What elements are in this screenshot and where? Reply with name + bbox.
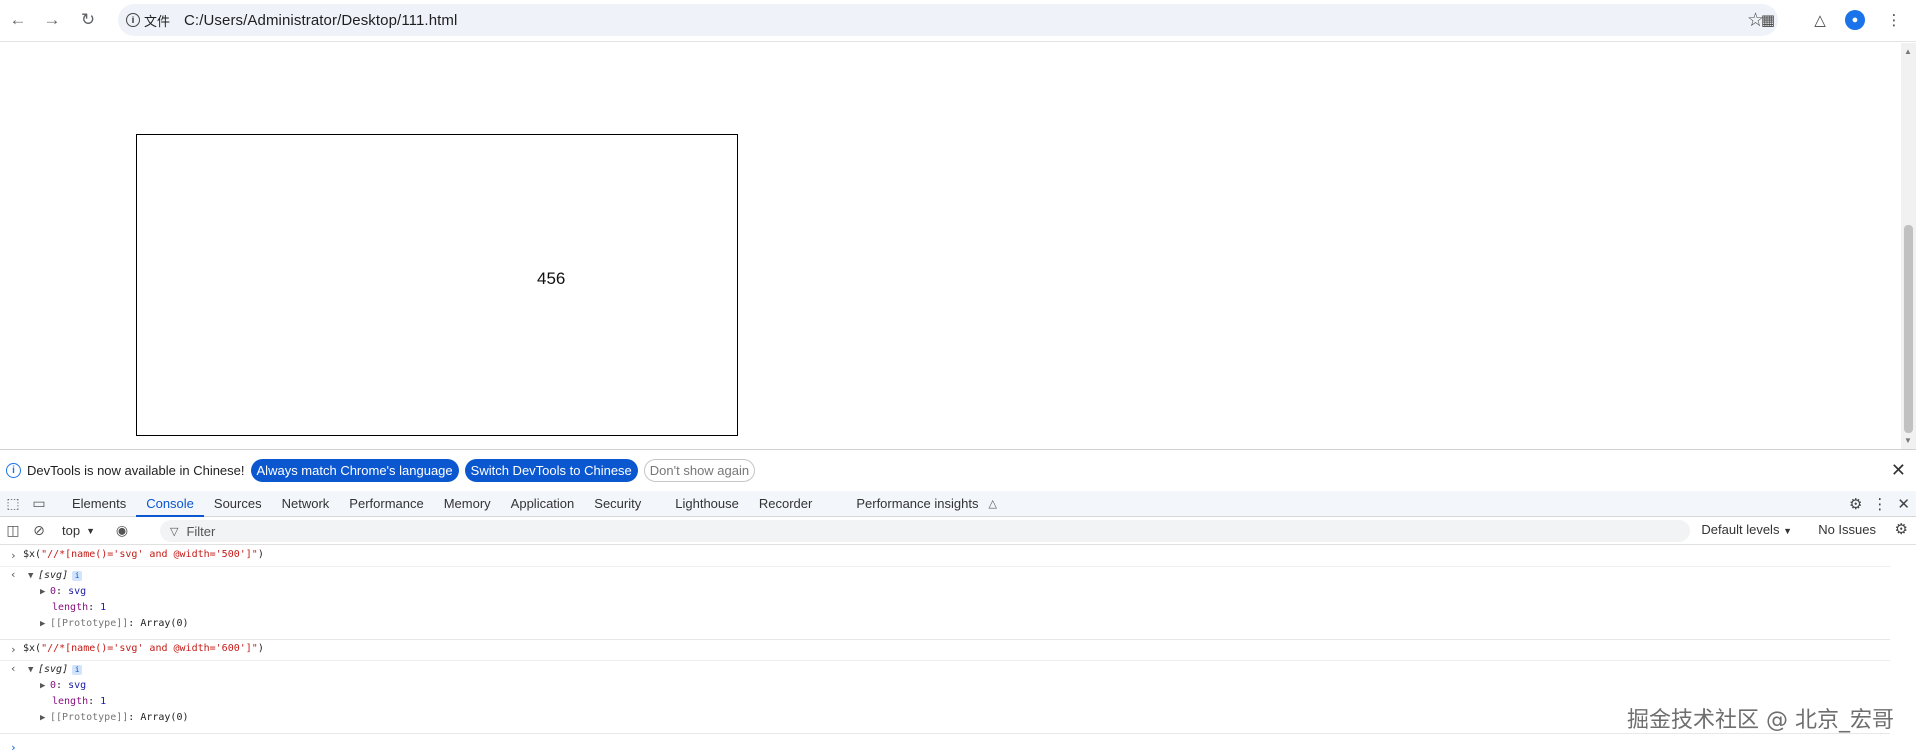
- console-filter-bar: ◫ ⊘ top ▼ ◉ ▽ Filter Default levels ▼ No…: [0, 517, 1916, 545]
- tree-prototype[interactable]: ▶ [[Prototype]]: Array(0): [40, 712, 189, 723]
- reload-button[interactable]: ↻: [76, 8, 100, 32]
- tab-application[interactable]: Application: [501, 491, 585, 517]
- extension-icon[interactable]: ▦: [1756, 8, 1780, 32]
- tree-length: length: 1: [52, 696, 107, 707]
- result-label: [svg]: [38, 570, 69, 581]
- url-text[interactable]: C:/Users/Administrator/Desktop/111.html: [184, 12, 457, 29]
- caret-down-icon: ▼: [1783, 526, 1792, 536]
- console-prompt-icon[interactable]: ›: [10, 741, 17, 754]
- flask-icon: △: [988, 498, 997, 510]
- tree-length: length: 1: [52, 602, 107, 613]
- console-settings-icon[interactable]: ⚙: [1895, 520, 1908, 538]
- result-label: [svg]: [38, 664, 69, 675]
- collapsed-triangle-icon: ▶: [40, 587, 46, 597]
- console-result: ‹ ▼ [svg] i ▶ 0: svg length: 1 ▶ [[Prototype…: [0, 662, 1890, 734]
- settings-gear-icon[interactable]: ⚙: [1849, 495, 1862, 513]
- site-info-chip[interactable]: i 文件: [126, 10, 170, 30]
- tab-memory[interactable]: Memory: [434, 491, 501, 517]
- devtools-right-controls: ⚙ ⋮ ✕: [1849, 491, 1910, 517]
- collapsed-triangle-icon: ▶: [40, 713, 46, 723]
- tab-sources[interactable]: Sources: [204, 491, 272, 517]
- scrollbar-thumb[interactable]: [1904, 225, 1913, 433]
- tab-elements[interactable]: Elements: [62, 491, 136, 517]
- reload-icon: ↻: [80, 10, 96, 29]
- console-command: $x("//*[name()='svg' and @width='600']"): [23, 643, 264, 654]
- close-icon[interactable]: ✕: [1891, 460, 1906, 481]
- context-label: top: [62, 523, 81, 538]
- page-viewport: 456: [0, 43, 1916, 449]
- arrow-right-icon: →: [43, 10, 61, 29]
- tab-security[interactable]: Security: [584, 491, 651, 517]
- close-devtools-icon[interactable]: ✕: [1897, 495, 1910, 513]
- file-chip-label: 文件: [144, 13, 171, 29]
- tab-console[interactable]: Console: [136, 491, 204, 517]
- collapsed-triangle-icon: ▶: [40, 619, 46, 629]
- output-chevron-icon: ‹: [10, 662, 17, 675]
- always-match-language-button[interactable]: Always match Chrome's language: [250, 459, 459, 482]
- back-button[interactable]: ←: [6, 8, 30, 32]
- eye-icon[interactable]: ◉: [109, 518, 135, 544]
- input-chevron-icon: ›: [10, 643, 17, 656]
- chevron-down-icon: ▼: [86, 525, 95, 536]
- browser-toolbar: ← → ↻ i 文件 C:/Users/Administrator/Deskto…: [0, 0, 1916, 42]
- result-header[interactable]: ▼ [svg] i: [28, 664, 83, 675]
- console-result: ‹ ▼ [svg] i ▶ 0: svg length: 1 ▶ [[Prototype…: [0, 568, 1890, 640]
- tab-performance-insights[interactable]: Performance insights: [846, 491, 988, 517]
- svg-rectangle: 456: [136, 134, 738, 436]
- tab-network[interactable]: Network: [272, 491, 340, 517]
- forward-button[interactable]: →: [40, 8, 64, 32]
- watermark: 掘金技术社区 @ 北京_宏哥: [1627, 708, 1894, 733]
- expand-triangle-icon: ▼: [28, 665, 34, 675]
- issues-counter[interactable]: No Issues: [1818, 522, 1876, 537]
- console-input-row: › $x("//*[name()='svg' and @width='500']…: [0, 549, 1890, 567]
- output-chevron-icon: ‹: [10, 568, 17, 581]
- menu-dots-icon[interactable]: ⋮: [1882, 8, 1906, 32]
- arrow-left-icon: ←: [9, 10, 27, 29]
- dont-show-again-button[interactable]: Don't show again: [643, 459, 756, 482]
- clear-console-icon[interactable]: ⊘: [26, 518, 52, 544]
- collapsed-triangle-icon: ▶: [40, 681, 46, 691]
- scroll-down-icon[interactable]: ▼: [1904, 436, 1912, 445]
- filter-icon: ▽: [170, 525, 179, 538]
- svg-text: 456: [537, 269, 566, 288]
- address-bar[interactable]: i 文件 C:/Users/Administrator/Desktop/111.…: [118, 4, 1778, 36]
- flask-icon[interactable]: △: [1808, 8, 1832, 32]
- input-chevron-icon: ›: [10, 549, 17, 562]
- expand-triangle-icon: ▼: [28, 571, 34, 581]
- levels-label: Default levels: [1701, 522, 1780, 537]
- infobar-message: DevTools is now available in Chinese!: [27, 463, 245, 478]
- tree-item[interactable]: ▶ 0: svg: [40, 586, 86, 597]
- tab-lighthouse[interactable]: Lighthouse: [665, 491, 749, 517]
- tab-performance[interactable]: Performance: [339, 491, 433, 517]
- tree-prototype[interactable]: ▶ [[Prototype]]: Array(0): [40, 618, 189, 629]
- filter-placeholder: Filter: [186, 523, 216, 539]
- console-input-row: › $x("//*[name()='svg' and @width='600']…: [0, 643, 1890, 661]
- info-badge-icon: i: [72, 665, 83, 675]
- more-options-icon[interactable]: ⋮: [1872, 495, 1887, 513]
- page-scrollbar[interactable]: ▲ ▼: [1901, 43, 1916, 449]
- device-toolbar-icon[interactable]: ▭: [26, 491, 52, 517]
- info-badge-icon: i: [72, 571, 83, 581]
- console-command: $x("//*[name()='svg' and @width='500']"): [23, 549, 264, 560]
- result-header[interactable]: ▼ [svg] i: [28, 570, 83, 581]
- devtools-tab-bar: ⬚ ▭ Elements Console Sources Network Per…: [0, 491, 1916, 517]
- default-levels-dropdown[interactable]: Default levels ▼: [1701, 522, 1792, 537]
- tree-item[interactable]: ▶ 0: svg: [40, 680, 86, 691]
- context-selector[interactable]: top ▼: [58, 523, 99, 538]
- sidebar-toggle-icon[interactable]: ◫: [0, 518, 26, 544]
- info-icon: i: [6, 463, 21, 478]
- filter-input[interactable]: ▽ Filter: [160, 520, 1690, 542]
- switch-devtools-chinese-button[interactable]: Switch DevTools to Chinese: [464, 459, 638, 482]
- info-icon: i: [126, 13, 140, 27]
- inspect-element-icon[interactable]: ⬚: [0, 491, 26, 517]
- profile-icon[interactable]: ●: [1845, 10, 1865, 30]
- scroll-up-icon[interactable]: ▲: [1904, 47, 1912, 56]
- devtools-infobar: i DevTools is now available in Chinese! …: [0, 449, 1916, 491]
- tab-recorder[interactable]: Recorder: [749, 491, 822, 517]
